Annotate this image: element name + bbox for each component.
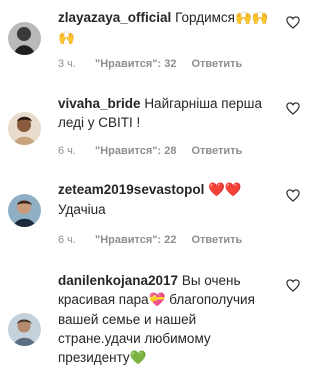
heart-outline-icon[interactable] [286, 16, 300, 29]
avatar[interactable] [8, 313, 41, 346]
comment-text: zeteam2019sevastopol ❤️❤️ Удачіua [58, 180, 280, 219]
comment-body: Удачіua [58, 202, 106, 217]
comment-body: Гордимся [175, 10, 235, 25]
reply-button[interactable]: Ответить [191, 234, 242, 246]
timestamp: 3 ч. [58, 58, 76, 70]
comment-meta: 6 ч. "Нравится": 22 Ответить [58, 234, 242, 246]
avatar[interactable] [8, 112, 41, 145]
comment-text: zlayazaya_official Гордимся🙌🙌 🙌 [58, 8, 280, 48]
like-count[interactable]: "Нравится": 22 [95, 234, 176, 246]
raised-hands-emoji: 🙌🙌 [234, 10, 269, 26]
red-heart-emoji: ❤️❤️ [208, 182, 242, 198]
comment-meta: 3 ч. "Нравится": 32 Ответить [58, 58, 242, 70]
heart-outline-icon[interactable] [286, 102, 300, 115]
like-count[interactable]: "Нравится": 28 [95, 145, 176, 157]
reply-button[interactable]: Ответить [191, 58, 242, 70]
avatar[interactable] [8, 22, 41, 55]
timestamp: 6 ч. [58, 145, 76, 157]
raised-hands-emoji: 🙌 [58, 30, 75, 46]
heart-with-ribbon-emoji: 💝 [148, 292, 166, 308]
timestamp: 6 ч. [58, 234, 76, 246]
username[interactable]: zlayazaya_official [58, 10, 171, 25]
comment-text: vivaha_bride Найгарніша перша леді у СВІ… [58, 94, 280, 132]
comment-meta: 6 ч. "Нравится": 28 Ответить [58, 145, 242, 157]
username[interactable]: vivaha_bride [58, 96, 141, 111]
heart-outline-icon[interactable] [286, 189, 300, 202]
heart-outline-icon[interactable] [286, 279, 300, 292]
username[interactable]: danilenkojana2017 [58, 273, 178, 288]
like-count[interactable]: "Нравится": 32 [95, 58, 176, 70]
username[interactable]: zeteam2019sevastopol [58, 182, 204, 197]
reply-button[interactable]: Ответить [191, 145, 242, 157]
comment-text: danilenkojana2017 Вы очень красивая пара… [58, 271, 280, 368]
green-heart-emoji: 💚 [129, 350, 147, 366]
avatar[interactable] [8, 194, 41, 227]
